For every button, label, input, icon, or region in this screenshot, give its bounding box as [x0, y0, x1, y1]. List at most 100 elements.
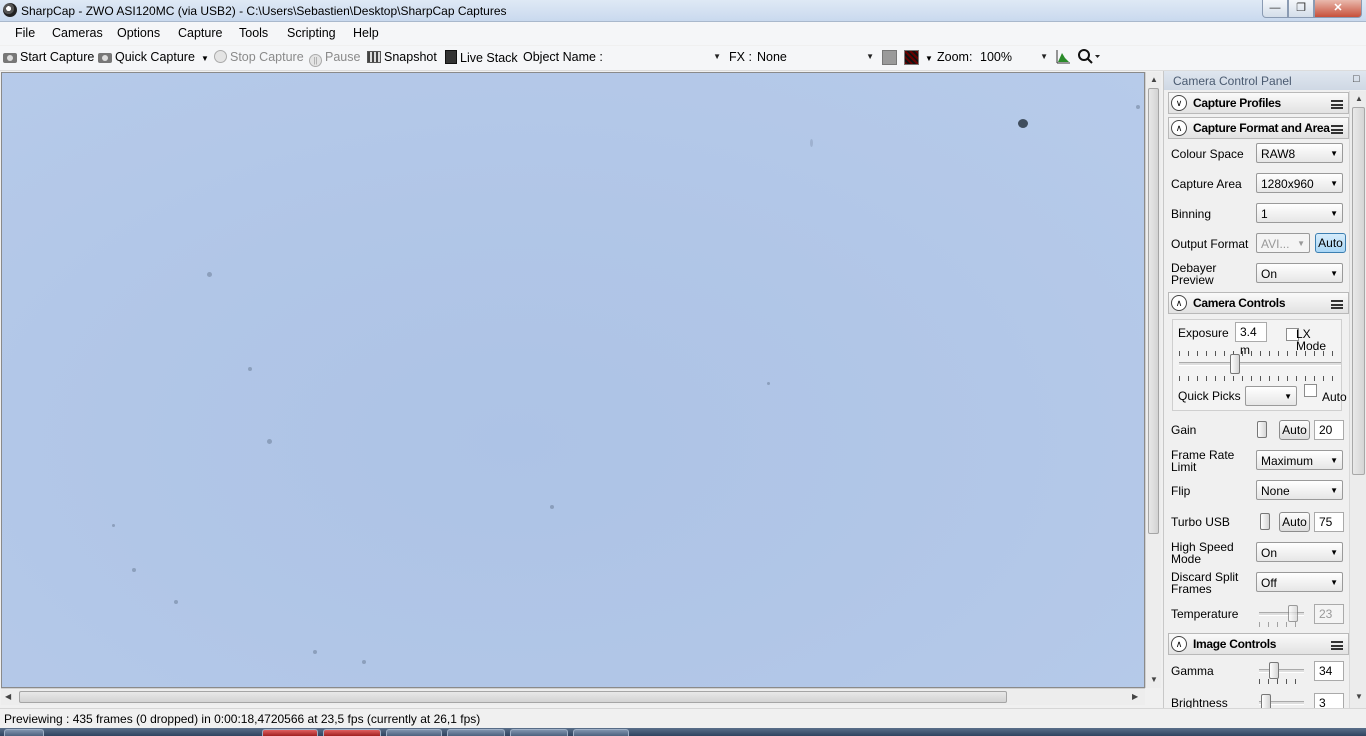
taskbar-button[interactable] — [573, 729, 629, 736]
scroll-left-arrow[interactable]: ◀ — [5, 692, 11, 701]
taskbar-button[interactable] — [447, 729, 505, 736]
turbo-usb-auto-button[interactable]: Auto — [1279, 512, 1310, 532]
collapse-icon[interactable]: ∧ — [1171, 636, 1187, 652]
menu-tools[interactable]: Tools — [239, 26, 268, 40]
preview-image[interactable] — [1, 72, 1145, 688]
preview-horizontal-scrollbar[interactable]: ◀ ▶ — [1, 688, 1145, 705]
pause-button[interactable]: || Pause — [309, 50, 360, 67]
quick-picks-select[interactable]: ▼ — [1245, 386, 1297, 406]
taskbar-button[interactable] — [510, 729, 568, 736]
gamma-slider-track[interactable] — [1259, 669, 1304, 673]
menu-bar: File Cameras Options Capture Tools Scrip… — [0, 22, 1366, 45]
brightness-input[interactable]: 3 — [1314, 693, 1344, 708]
chevron-down-icon: ▼ — [1040, 52, 1048, 61]
menu-scripting[interactable]: Scripting — [287, 26, 336, 40]
gain-input[interactable]: 20 — [1314, 420, 1344, 440]
turbo-usb-input[interactable]: 75 — [1314, 512, 1344, 532]
taskbar-button[interactable] — [323, 729, 381, 736]
menu-file[interactable]: File — [15, 26, 35, 40]
snapshot-button[interactable]: Snapshot — [367, 50, 437, 64]
discard-split-select[interactable]: Off ▼ — [1256, 572, 1343, 592]
taskbar-button[interactable] — [262, 729, 318, 736]
expand-icon[interactable]: ∨ — [1171, 95, 1187, 111]
menu-cameras[interactable]: Cameras — [52, 26, 103, 40]
minimize-button[interactable]: — — [1262, 0, 1288, 18]
menu-icon[interactable] — [1331, 641, 1343, 650]
color-swatch-red[interactable] — [904, 50, 919, 65]
zoom-label: Zoom: — [937, 50, 973, 64]
menu-capture[interactable]: Capture — [178, 26, 222, 40]
scroll-thumb[interactable] — [19, 691, 1007, 703]
exposure-ticks-top — [1179, 351, 1341, 356]
binning-select[interactable]: 1 ▼ — [1256, 203, 1343, 223]
section-image-controls[interactable]: ∧ Image Controls — [1168, 633, 1349, 655]
scroll-down-arrow[interactable]: ▼ — [1355, 692, 1363, 701]
menu-options[interactable]: Options — [117, 26, 160, 40]
gamma-slider-thumb[interactable] — [1269, 662, 1279, 679]
gamma-input[interactable]: 34 — [1314, 661, 1344, 681]
menu-icon[interactable] — [1331, 125, 1343, 134]
exposure-slider-thumb[interactable] — [1230, 354, 1240, 374]
fx-combo[interactable]: None ▼ — [753, 48, 877, 68]
scroll-thumb[interactable] — [1352, 107, 1365, 475]
gain-slider-thumb[interactable] — [1257, 421, 1267, 438]
histogram-icon[interactable] — [1056, 49, 1071, 67]
gain-auto-button[interactable]: Auto — [1279, 420, 1310, 440]
collapse-icon[interactable]: ∧ — [1171, 120, 1187, 136]
dust-speck — [767, 382, 770, 385]
section-camera-controls[interactable]: ∧ Camera Controls — [1168, 292, 1349, 314]
turbo-usb-slider-thumb[interactable] — [1260, 513, 1270, 530]
color-swatch-gray[interactable] — [882, 50, 897, 65]
dust-speck — [550, 505, 554, 509]
debayer-preview-select[interactable]: On ▼ — [1256, 263, 1343, 283]
colour-space-select[interactable]: RAW8 ▼ — [1256, 143, 1343, 163]
brightness-slider-thumb[interactable] — [1261, 694, 1271, 708]
chevron-down-icon: ▼ — [866, 52, 874, 61]
menu-icon[interactable] — [1331, 100, 1343, 109]
collapse-icon[interactable]: ∧ — [1171, 295, 1187, 311]
dust-speck — [362, 660, 366, 664]
frame-rate-select[interactable]: Maximum ▼ — [1256, 450, 1343, 470]
taskbar-button[interactable] — [386, 729, 442, 736]
close-button[interactable]: ✕ — [1314, 0, 1362, 18]
quick-capture-button[interactable]: Quick Capture — [98, 50, 195, 64]
zoom-tool-icon[interactable] — [1078, 49, 1100, 67]
status-text: Previewing : 435 frames (0 dropped) in 0… — [4, 712, 481, 726]
live-stack-button[interactable]: Live Stack — [445, 50, 518, 65]
high-speed-select[interactable]: On ▼ — [1256, 542, 1343, 562]
start-capture-button[interactable]: Start Capture — [3, 50, 94, 64]
quick-picks-auto-checkbox[interactable] — [1304, 384, 1317, 397]
pin-icon[interactable]: □ — [1353, 73, 1360, 85]
capture-area-select[interactable]: 1280x960 ▼ — [1256, 173, 1343, 193]
section-title: Capture Format and Area — [1193, 121, 1330, 135]
scroll-up-arrow[interactable]: ▲ — [1150, 75, 1158, 84]
section-capture-profiles[interactable]: ∨ Capture Profiles — [1168, 92, 1349, 114]
swatch-dropdown[interactable]: ▼ — [925, 54, 933, 63]
chevron-down-icon: ▼ — [1330, 269, 1338, 278]
quick-capture-dropdown[interactable]: ▼ — [201, 54, 209, 63]
exposure-input[interactable]: 3.4 m — [1235, 322, 1267, 357]
chevron-down-icon: ▼ — [1330, 456, 1338, 465]
toolbar: Start Capture Quick Capture ▼ Stop Captu… — [0, 46, 1366, 71]
output-format-auto-button[interactable]: Auto — [1315, 233, 1346, 253]
flip-select[interactable]: None ▼ — [1256, 480, 1343, 500]
scroll-right-arrow[interactable]: ▶ — [1132, 692, 1138, 701]
panel-scrollbar[interactable]: ▲ ▼ — [1349, 91, 1366, 708]
scroll-thumb[interactable] — [1148, 88, 1159, 534]
output-format-select[interactable]: AVI... ▼ — [1256, 233, 1310, 253]
stop-capture-button[interactable]: Stop Capture — [214, 50, 304, 64]
section-capture-format[interactable]: ∧ Capture Format and Area — [1168, 117, 1349, 139]
colour-space-value: RAW8 — [1261, 147, 1296, 161]
preview-vertical-scrollbar[interactable]: ▲ ▼ — [1145, 72, 1161, 688]
zoom-combo[interactable]: 100% ▼ — [976, 48, 1051, 68]
object-name-combo[interactable]: ▼ — [604, 48, 724, 68]
scroll-up-arrow[interactable]: ▲ — [1355, 94, 1363, 103]
exposure-slider-track[interactable] — [1179, 362, 1341, 366]
maximize-button[interactable]: ❐ — [1288, 0, 1314, 18]
chevron-down-icon: ▼ — [1330, 578, 1338, 587]
menu-icon[interactable] — [1331, 300, 1343, 309]
debayer-label-line2: Preview — [1171, 273, 1214, 287]
menu-help[interactable]: Help — [353, 26, 379, 40]
scroll-down-arrow[interactable]: ▼ — [1150, 675, 1158, 684]
taskbar-button[interactable] — [4, 729, 44, 736]
